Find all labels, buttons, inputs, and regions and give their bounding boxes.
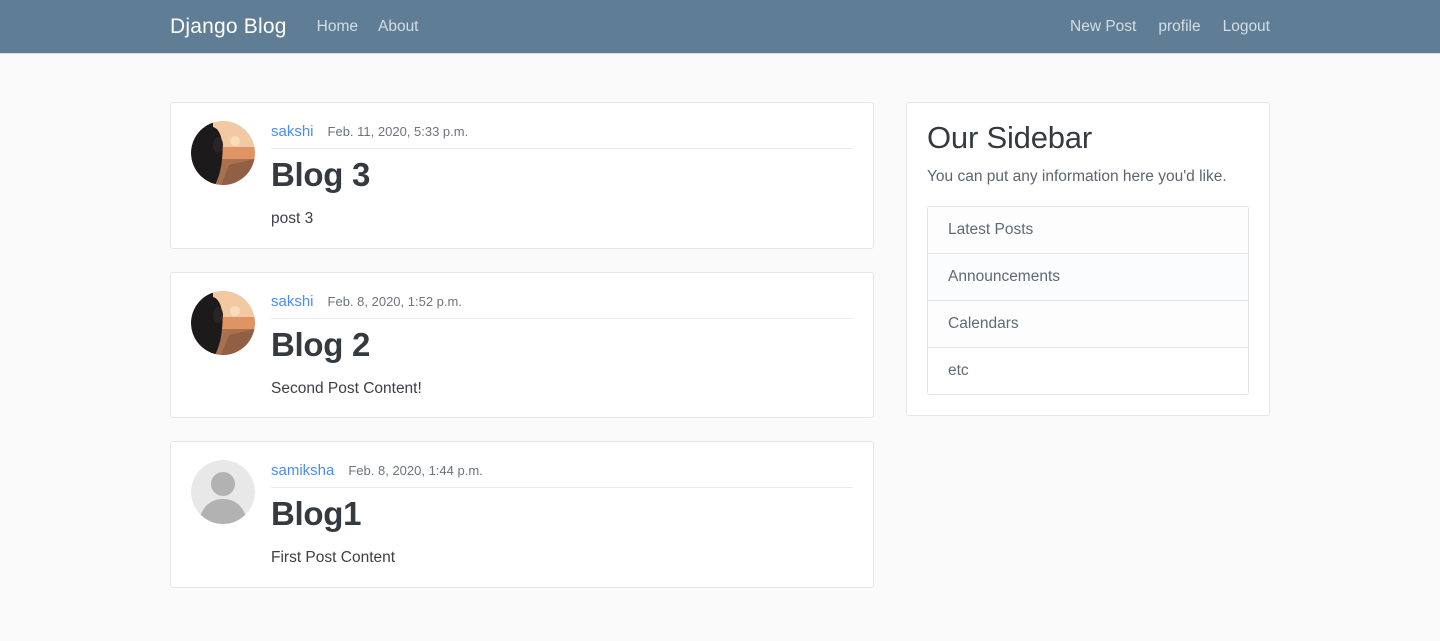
post-meta: samiksha Feb. 8, 2020, 1:44 p.m. [271, 462, 853, 489]
post-title-link[interactable]: Blog 2 [271, 326, 853, 364]
nav-link-home[interactable]: Home [317, 18, 358, 36]
post-content: Second Post Content! [271, 379, 422, 397]
post-body: sakshi Feb. 8, 2020, 1:52 p.m. Blog 2 Se… [271, 289, 853, 400]
post-author-link[interactable]: sakshi [271, 123, 314, 140]
main-navbar: Django Blog Home About New Post profile … [0, 0, 1440, 54]
post-body: samiksha Feb. 8, 2020, 1:44 p.m. Blog1 F… [271, 458, 853, 569]
photo-avatar-sunset-icon[interactable] [191, 290, 255, 355]
post-content: First Post Content [271, 549, 396, 567]
nav-link-logout[interactable]: Logout [1223, 18, 1270, 36]
post-date: Feb. 8, 2020, 1:44 p.m. [348, 463, 483, 479]
sidebar-column: Our Sidebar You can put any information … [890, 102, 1270, 416]
photo-avatar-sunset-icon[interactable] [191, 121, 255, 185]
navbar-right-links: New Post profile Logout [1070, 18, 1270, 36]
sidebar-title: Our Sidebar [927, 120, 1092, 155]
post-author-link[interactable]: samiksha [271, 462, 334, 479]
post-date: Feb. 11, 2020, 5:33 p.m. [327, 124, 469, 139]
post-meta: sakshi Feb. 11, 2020, 5:33 p.m. [271, 123, 853, 149]
post-card: sakshi Feb. 11, 2020, 5:33 p.m. Blog 3 p… [170, 102, 874, 249]
post-title-link[interactable]: Blog1 [271, 495, 853, 533]
post-title-link[interactable]: Blog 3 [271, 156, 853, 194]
nav-link-profile[interactable]: profile [1158, 18, 1200, 36]
nav-link-new-post[interactable]: New Post [1070, 18, 1136, 36]
navbar-left-links: Home About [317, 18, 419, 36]
post-date: Feb. 8, 2020, 1:52 p.m. [327, 293, 462, 309]
sidebar-item-latest-posts[interactable]: Latest Posts [928, 206, 1248, 254]
brand-logo[interactable]: Django Blog [170, 15, 287, 39]
post-content: post 3 [271, 209, 314, 227]
sidebar-list-group: Latest Posts Announcements Calendars etc [927, 205, 1249, 395]
post-author-link[interactable]: sakshi [271, 293, 314, 310]
post-card: sakshi Feb. 8, 2020, 1:52 p.m. Blog 2 Se… [170, 271, 874, 419]
default-person-avatar-icon[interactable] [191, 460, 255, 525]
sidebar-item-announcements[interactable]: Announcements [928, 253, 1248, 301]
sidebar-item-etc[interactable]: etc [928, 347, 1248, 394]
sidebar-item-calendars[interactable]: Calendars [928, 300, 1248, 348]
sidebar-description: You can put any information here you'd l… [927, 168, 1227, 186]
page-container: sakshi Feb. 11, 2020, 5:33 p.m. Blog 3 p… [170, 54, 1270, 611]
sidebar-card: Our Sidebar You can put any information … [906, 102, 1270, 416]
posts-column: sakshi Feb. 11, 2020, 5:33 p.m. Blog 3 p… [170, 102, 890, 611]
nav-link-about[interactable]: About [378, 18, 419, 36]
post-meta: sakshi Feb. 8, 2020, 1:52 p.m. [271, 293, 853, 319]
post-card: samiksha Feb. 8, 2020, 1:44 p.m. Blog1 F… [170, 441, 874, 588]
post-body: sakshi Feb. 11, 2020, 5:33 p.m. Blog 3 p… [271, 119, 853, 230]
navbar-inner: Django Blog Home About New Post profile … [170, 0, 1270, 53]
